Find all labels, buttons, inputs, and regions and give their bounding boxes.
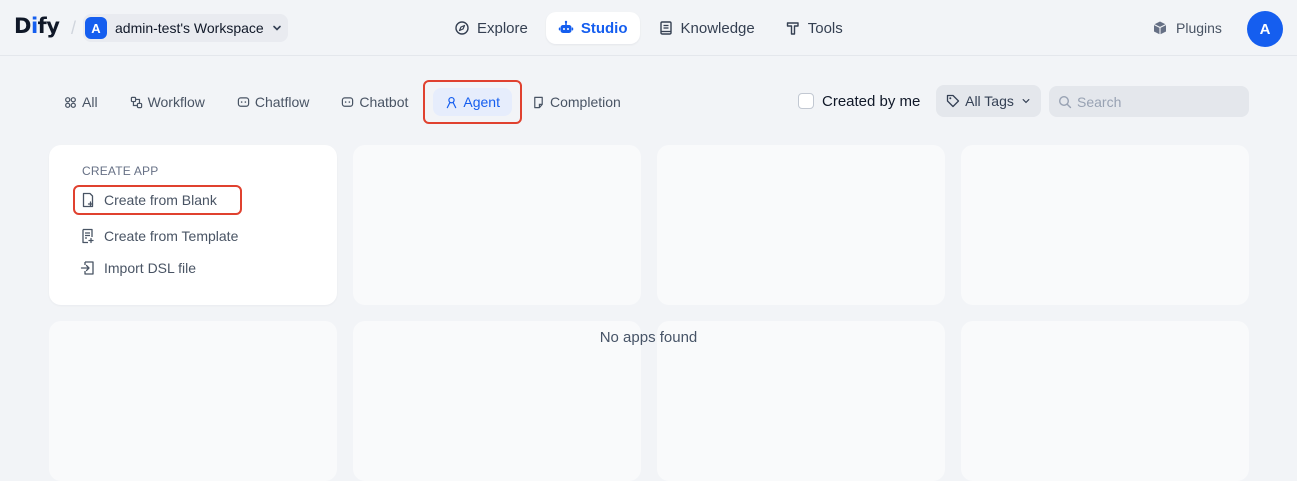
create-from-template-button[interactable]: Create from Template bbox=[80, 224, 238, 248]
search-icon bbox=[1058, 95, 1072, 108]
logo-letter-i: i bbox=[30, 14, 38, 38]
import-dsl-label: Import DSL file bbox=[104, 260, 197, 276]
created-by-me-label: Created by me bbox=[822, 92, 921, 110]
placeholder-card bbox=[353, 145, 641, 305]
tab-agent[interactable]: Agent bbox=[433, 88, 512, 116]
tab-workflow[interactable]: Workflow bbox=[121, 87, 214, 117]
create-app-card: CREATE APP Create from Blank Create from… bbox=[49, 145, 337, 305]
placeholder-card bbox=[961, 145, 1249, 305]
tab-chatflow[interactable]: Chatflow bbox=[228, 87, 318, 117]
workflow-icon bbox=[130, 96, 142, 108]
template-icon bbox=[82, 228, 94, 244]
top-bar: Dify / A admin-test's Workspace Explore … bbox=[0, 0, 1297, 56]
main-nav: Explore Studio Knowledge Tools bbox=[442, 12, 855, 44]
create-app-title: CREATE APP bbox=[82, 164, 159, 178]
nav-studio-label: Studio bbox=[580, 19, 628, 37]
tab-chatflow-label: Chatflow bbox=[254, 94, 310, 110]
robot-icon bbox=[558, 20, 574, 33]
grid-icon bbox=[65, 96, 76, 108]
create-from-blank-button[interactable]: Create from Blank bbox=[80, 188, 217, 212]
nav-knowledge-label: Knowledge bbox=[680, 19, 755, 37]
nav-studio[interactable]: Studio bbox=[545, 12, 640, 44]
dify-logo[interactable]: Dify bbox=[14, 14, 60, 38]
document-icon bbox=[534, 96, 543, 108]
tab-chatbot-label: Chatbot bbox=[359, 94, 409, 110]
chat-bubble-icon bbox=[237, 96, 250, 107]
created-by-me-filter[interactable]: Created by me bbox=[798, 92, 920, 110]
nav-explore[interactable]: Explore bbox=[442, 12, 540, 44]
chatbot-icon bbox=[342, 96, 354, 107]
app-type-tabs: All Workflow Chatflow Chatbot Agent Comp… bbox=[55, 80, 630, 124]
workspace-avatar: A bbox=[85, 17, 107, 39]
created-by-me-checkbox[interactable] bbox=[798, 93, 814, 109]
file-plus-icon bbox=[82, 192, 94, 208]
placeholder-card bbox=[657, 145, 945, 305]
nav-tools-label: Tools bbox=[807, 19, 843, 37]
tag-icon bbox=[946, 94, 960, 108]
tags-filter-button[interactable]: All Tags bbox=[936, 85, 1041, 117]
chevron-down-icon bbox=[272, 25, 281, 31]
import-icon bbox=[80, 261, 94, 275]
tab-completion-label: Completion bbox=[549, 94, 621, 110]
book-icon bbox=[659, 21, 672, 35]
agent-tab-highlight: Agent bbox=[423, 80, 522, 124]
tab-agent-label: Agent bbox=[463, 94, 500, 110]
tab-all[interactable]: All bbox=[55, 87, 107, 117]
tags-filter-label: All Tags bbox=[965, 93, 1014, 109]
plugins-button[interactable]: Plugins bbox=[1152, 16, 1222, 40]
workspace-switcher[interactable]: A admin-test's Workspace bbox=[83, 14, 288, 42]
search-input[interactable] bbox=[1077, 93, 1237, 110]
nav-knowledge[interactable]: Knowledge bbox=[646, 12, 767, 44]
tab-workflow-label: Workflow bbox=[147, 94, 205, 110]
import-dsl-button[interactable]: Import DSL file bbox=[80, 256, 196, 280]
nav-explore-label: Explore bbox=[477, 19, 528, 37]
cube-icon bbox=[1153, 21, 1167, 35]
logo-divider: / bbox=[71, 18, 77, 38]
search-box[interactable] bbox=[1049, 86, 1249, 117]
hammer-icon bbox=[786, 22, 799, 35]
chevron-down-icon bbox=[1022, 99, 1030, 104]
nav-tools[interactable]: Tools bbox=[773, 12, 855, 44]
workspace-name: admin-test's Workspace bbox=[115, 20, 264, 36]
create-from-blank-label: Create from Blank bbox=[104, 192, 217, 208]
tab-all-label: All bbox=[82, 94, 98, 110]
compass-icon bbox=[455, 21, 469, 35]
tab-completion[interactable]: Completion bbox=[528, 87, 630, 117]
tab-chatbot[interactable]: Chatbot bbox=[332, 87, 417, 117]
plugins-label: Plugins bbox=[1176, 20, 1222, 36]
user-avatar[interactable]: A bbox=[1247, 11, 1283, 47]
logo-letters-fy: fy bbox=[37, 14, 60, 38]
agent-icon bbox=[447, 96, 457, 108]
empty-state-message: No apps found bbox=[599, 329, 698, 346]
logo-letter-d: D bbox=[14, 14, 31, 38]
create-from-template-label: Create from Template bbox=[104, 228, 239, 244]
